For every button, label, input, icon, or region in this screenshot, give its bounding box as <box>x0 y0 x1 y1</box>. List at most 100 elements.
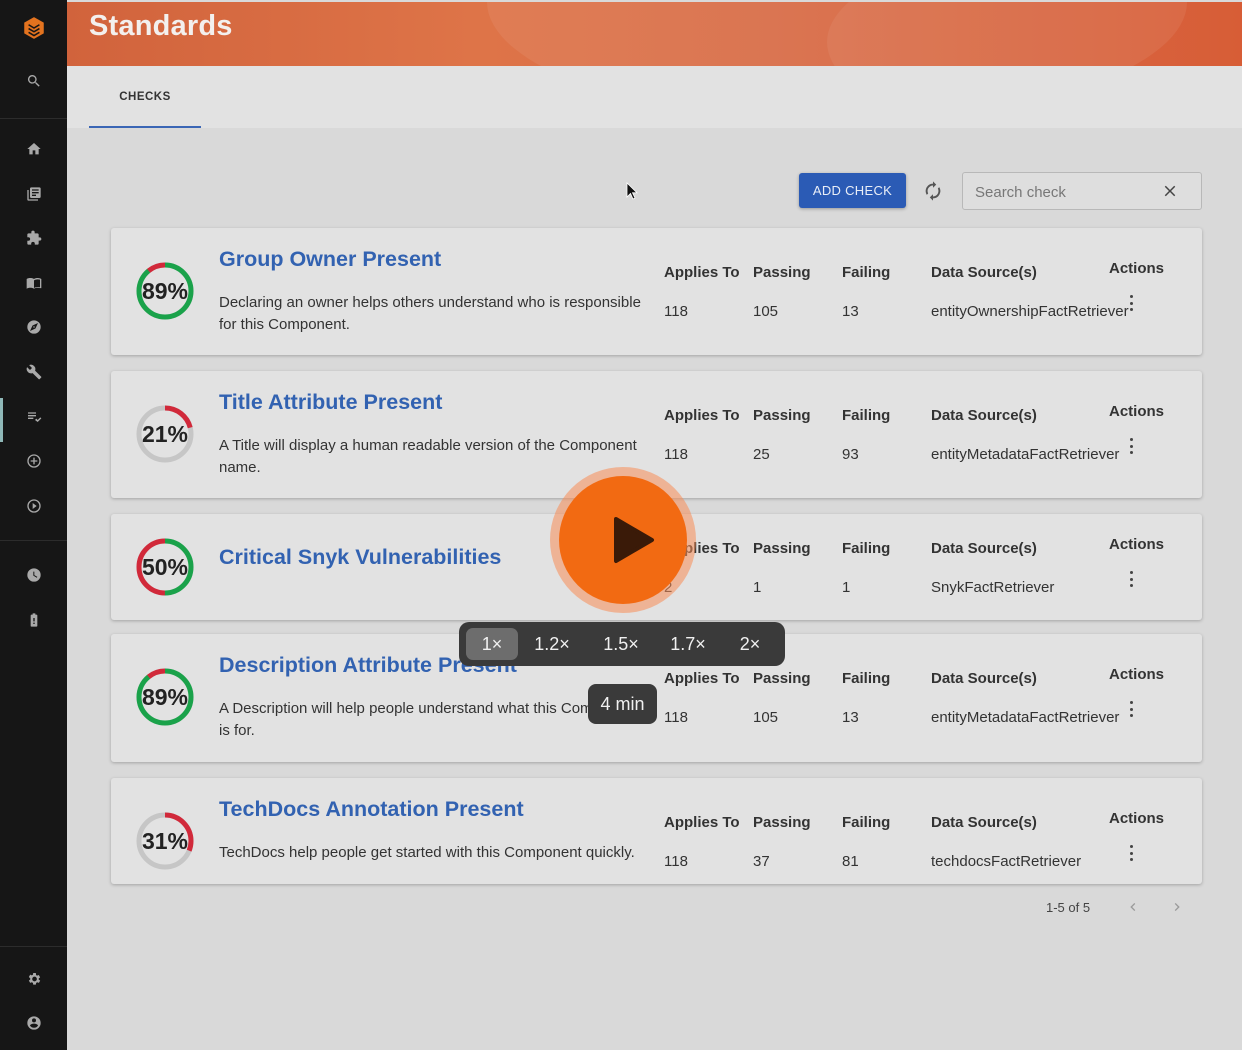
check-card: 89% Group Owner Present Declaring an owner… <box>111 228 1202 355</box>
score-percent: 89% <box>141 277 189 304</box>
check-title-link[interactable]: TechDocs Annotation Present <box>219 797 524 822</box>
applies-to-value: 118 <box>664 709 688 726</box>
tab-checks[interactable]: CHECKS <box>89 66 201 128</box>
check-card: 31% TechDocs Annotation Present TechDocs h… <box>111 778 1202 884</box>
check-title-link[interactable]: Title Attribute Present <box>219 390 442 415</box>
video-duration: 4 min <box>588 684 657 724</box>
failing-value: 13 <box>842 303 859 320</box>
score-percent: 31% <box>141 827 189 854</box>
check-title-link[interactable]: Critical Snyk Vulnerabilities <box>219 545 501 570</box>
score-percent: 21% <box>141 420 189 447</box>
more-actions-icon[interactable] <box>1127 570 1135 588</box>
failing-value: 13 <box>842 709 859 726</box>
battery-icon[interactable] <box>0 605 67 635</box>
refresh-icon[interactable] <box>918 176 948 206</box>
search-input[interactable] <box>975 182 1155 202</box>
play-icon <box>614 517 654 563</box>
failing-header: Failing <box>842 407 891 424</box>
checklist-icon[interactable] <box>0 402 67 432</box>
actions-header: Actions <box>1109 260 1165 277</box>
speed-option[interactable]: 1× <box>466 628 518 660</box>
speed-option[interactable]: 1.2× <box>523 628 581 660</box>
puzzle-icon[interactable] <box>0 223 67 253</box>
applies-to-value: 118 <box>664 853 688 870</box>
score-ring: 89% <box>135 667 195 727</box>
passing-header: Passing <box>753 264 811 281</box>
passing-header: Passing <box>753 670 811 687</box>
tab-indicator <box>89 126 201 128</box>
speed-option[interactable]: 2× <box>727 628 773 660</box>
chevron-left-icon[interactable] <box>1125 899 1141 915</box>
more-actions-icon[interactable] <box>1127 844 1135 862</box>
data-source-value: techdocsFactRetriever <box>931 853 1082 870</box>
data-source-value: entityOwnershipFactRetriever <box>931 303 1129 320</box>
sidebar <box>0 0 67 1050</box>
score-percent: 50% <box>141 553 189 580</box>
settings-icon[interactable] <box>0 964 67 994</box>
add-check-button[interactable]: ADD CHECK <box>799 173 906 208</box>
mouse-cursor-icon <box>626 182 638 200</box>
clear-icon[interactable] <box>1161 182 1179 200</box>
tab-bar: CHECKS <box>67 66 1242 128</box>
search-box <box>962 172 1202 210</box>
data-source-header: Data Source(s) <box>931 407 1037 424</box>
play-button[interactable] <box>550 467 696 613</box>
failing-header: Failing <box>842 814 891 831</box>
check-description: A Title will display a human readable ve… <box>219 437 637 476</box>
data-source-header: Data Source(s) <box>931 264 1037 281</box>
chevron-right-icon[interactable] <box>1169 899 1185 915</box>
applies-to-header: Applies To <box>664 407 740 424</box>
failing-header: Failing <box>842 540 891 557</box>
actions-header: Actions <box>1109 536 1165 553</box>
data-source-header: Data Source(s) <box>931 814 1037 831</box>
playback-speed-selector: 1× 1.2× 1.5× 1.7× 2× <box>459 622 785 666</box>
catalog-icon[interactable] <box>0 179 67 209</box>
docs-icon[interactable] <box>0 268 67 298</box>
speed-option[interactable]: 1.5× <box>592 628 650 660</box>
check-description: Declaring an owner helps others understa… <box>219 294 641 333</box>
failing-header: Failing <box>842 264 891 281</box>
logo-icon[interactable] <box>0 12 67 44</box>
failing-value: 93 <box>842 446 859 463</box>
page-title: Standards <box>89 10 233 42</box>
more-actions-icon[interactable] <box>1127 437 1135 455</box>
pagination-range: 1-5 of 5 <box>1046 900 1091 915</box>
wrench-icon[interactable] <box>0 357 67 387</box>
passing-header: Passing <box>753 540 811 557</box>
passing-value: 1 <box>753 579 762 596</box>
failing-value: 1 <box>842 579 851 596</box>
check-description: A Description will help people understan… <box>219 700 639 739</box>
applies-to-value: 118 <box>664 303 688 320</box>
passing-header: Passing <box>753 407 811 424</box>
applies-to-header: Applies To <box>664 814 740 831</box>
passing-value: 105 <box>753 303 779 320</box>
data-source-value: SnykFactRetriever <box>931 579 1055 596</box>
score-ring: 21% <box>135 404 195 464</box>
clock-icon[interactable] <box>0 560 67 590</box>
failing-header: Failing <box>842 670 891 687</box>
failing-value: 81 <box>842 853 859 870</box>
speed-option[interactable]: 1.7× <box>659 628 717 660</box>
compass-icon[interactable] <box>0 312 67 342</box>
actions-header: Actions <box>1109 403 1165 420</box>
home-icon[interactable] <box>0 134 67 164</box>
applies-to-header: Applies To <box>664 670 740 687</box>
applies-to-header: Applies To <box>664 264 740 281</box>
add-circle-icon[interactable] <box>0 446 67 476</box>
page-header: Standards <box>67 2 1242 66</box>
check-title-link[interactable]: Group Owner Present <box>219 247 441 272</box>
search-icon[interactable] <box>0 66 67 96</box>
score-ring: 89% <box>135 261 195 321</box>
data-source-value: entityMetadataFactRetriever <box>931 446 1120 463</box>
passing-value: 25 <box>753 446 770 463</box>
more-actions-icon[interactable] <box>1127 700 1135 718</box>
more-actions-icon[interactable] <box>1127 294 1135 312</box>
actions-header: Actions <box>1109 666 1165 683</box>
play-circle-icon[interactable] <box>0 491 67 521</box>
data-source-header: Data Source(s) <box>931 670 1037 687</box>
data-source-value: entityMetadataFactRetriever <box>931 709 1120 726</box>
account-icon[interactable] <box>0 1008 67 1038</box>
score-ring: 31% <box>135 811 195 871</box>
score-ring: 50% <box>135 537 195 597</box>
data-source-header: Data Source(s) <box>931 540 1037 557</box>
